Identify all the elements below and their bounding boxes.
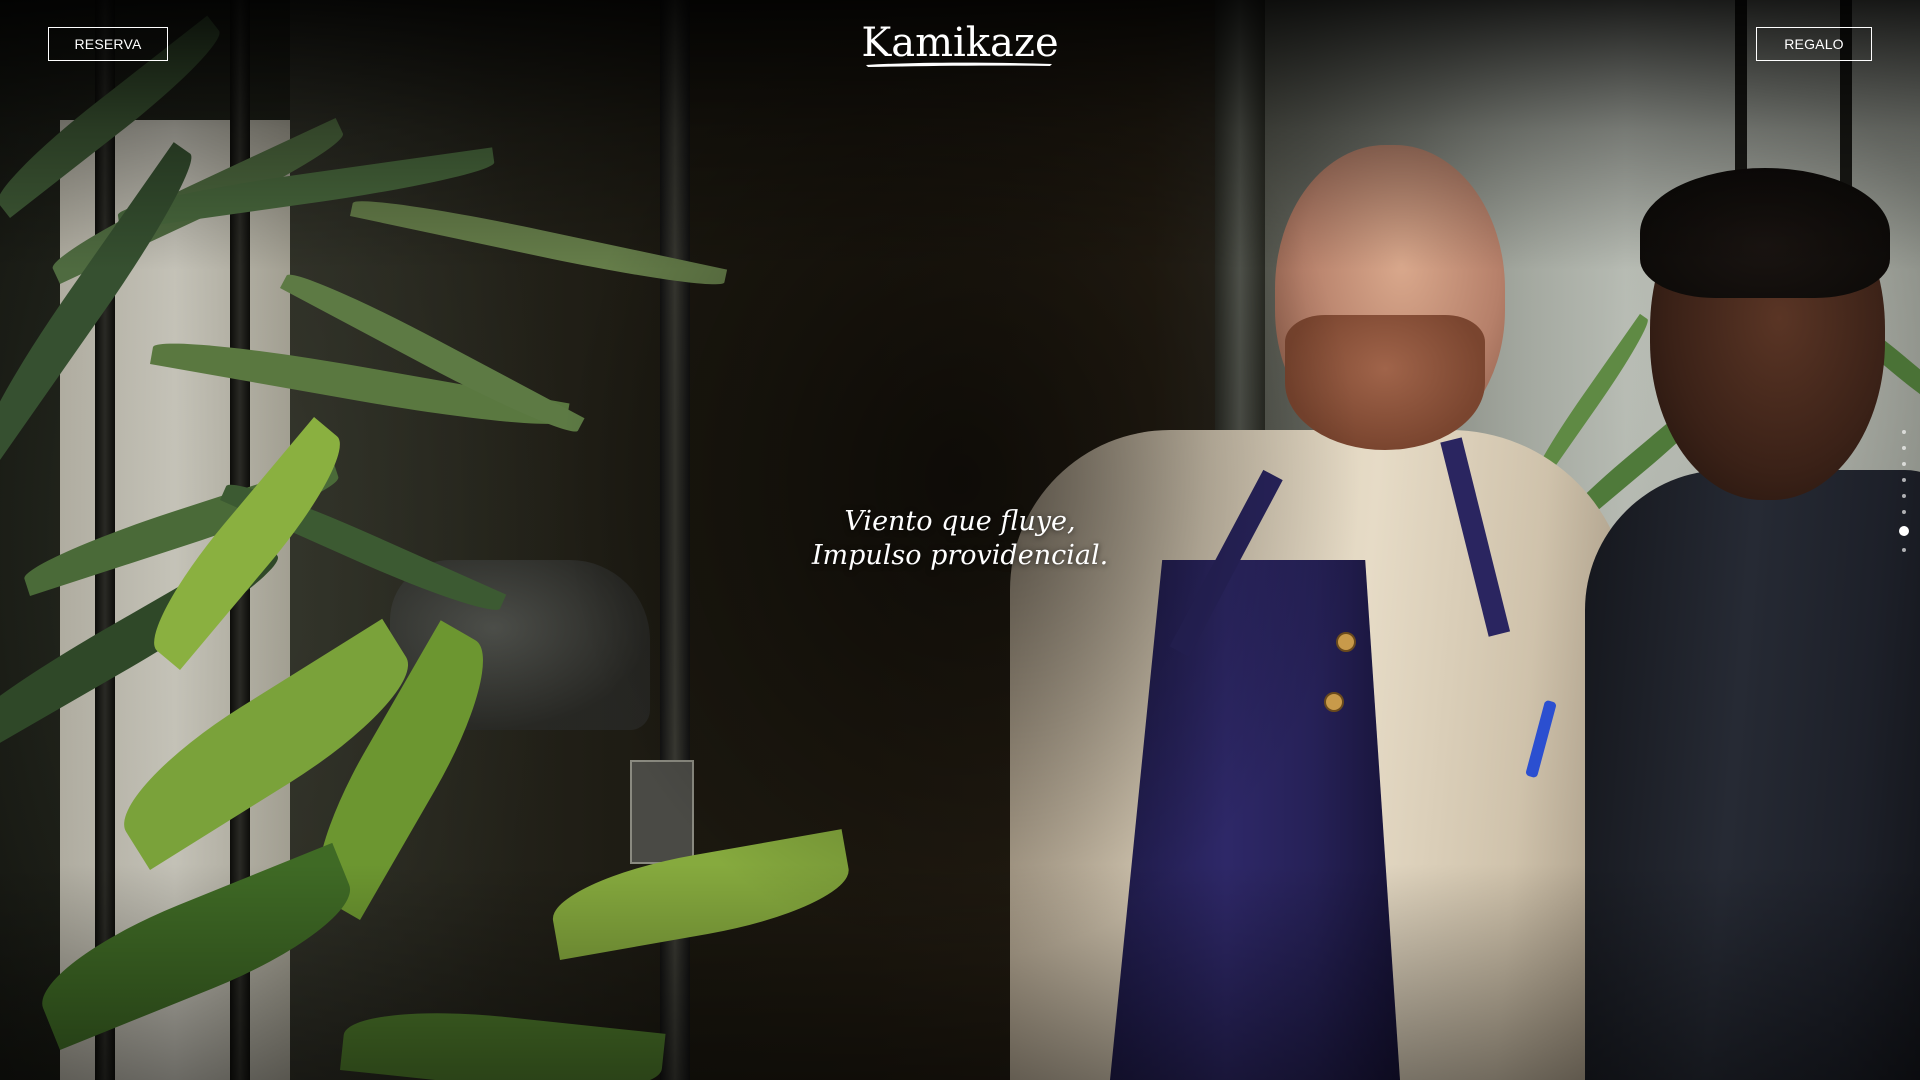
apron-button [1324,692,1344,712]
logo-brush-underline [866,62,1052,67]
pager-dot[interactable] [1902,494,1906,498]
logo-text: Kamikaze [861,20,1059,66]
apron-button [1336,632,1356,652]
second-person-hair [1640,168,1890,298]
pager-dot[interactable] [1902,462,1906,466]
hero-tagline: Viento que fluye, Impulso providencial. [0,505,1920,573]
pager-dot[interactable] [1902,446,1906,450]
hero-section: RESERVA Kamikaze REGALO Viento que fluye… [0,0,1920,1080]
pager-dot-active[interactable] [1899,526,1909,536]
door-handle [630,760,694,864]
pager-dot[interactable] [1902,430,1906,434]
pager-dot[interactable] [1902,548,1906,552]
chef-beard [1285,315,1485,450]
pager-dot[interactable] [1902,510,1906,514]
slider-pagination [1894,430,1914,552]
tagline-line-1: Viento que fluye, [844,506,1076,537]
tagline-line-2: Impulso providencial. [811,540,1109,571]
pager-dot[interactable] [1902,478,1906,482]
gift-button[interactable]: REGALO [1756,27,1872,61]
